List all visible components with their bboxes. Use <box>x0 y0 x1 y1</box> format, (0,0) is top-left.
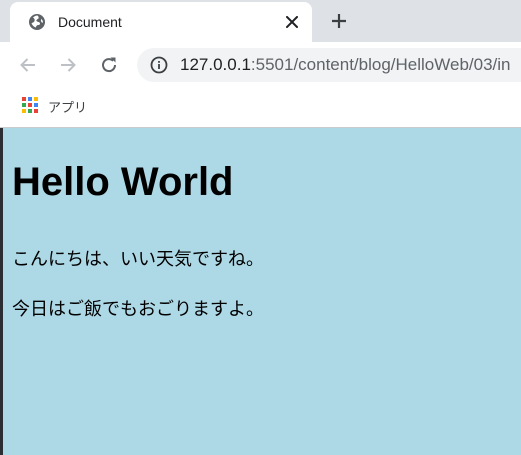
tab-close-button[interactable] <box>282 12 302 32</box>
plus-icon <box>332 14 346 28</box>
globe-icon <box>29 14 45 30</box>
arrow-left-icon <box>20 58 35 72</box>
back-button[interactable] <box>16 53 40 77</box>
apps-grid-icon[interactable] <box>22 97 38 113</box>
paragraph-meal: 今日はご飯でもおごりますよ。 <box>12 299 264 320</box>
toolbar: 127.0.0.1:5501/content/blog/HelloWeb/03/… <box>0 42 521 88</box>
browser-window: Document 127.0.0.1:5501/content/blog/Hel… <box>0 0 521 455</box>
address-bar[interactable]: 127.0.0.1:5501/content/blog/HelloWeb/03/… <box>137 48 521 82</box>
reload-button[interactable] <box>97 53 121 77</box>
reload-icon <box>102 57 117 73</box>
info-icon[interactable] <box>150 56 168 74</box>
tab-document[interactable]: Document <box>10 2 312 42</box>
forward-button[interactable] <box>56 53 80 77</box>
paragraph-greeting: こんにちは、いい天気ですね。 <box>12 249 264 270</box>
new-tab-button[interactable] <box>328 10 350 32</box>
page-heading: Hello World <box>12 160 234 204</box>
apps-bookmark[interactable]: アプリ <box>48 97 87 116</box>
close-icon <box>286 16 298 28</box>
bookmarks-bar: アプリ <box>0 88 521 128</box>
url-path: :5501/content/blog/HelloWeb/03/in <box>250 55 511 74</box>
url-host: 127.0.0.1 <box>180 55 251 74</box>
url-text[interactable]: 127.0.0.1:5501/content/blog/HelloWeb/03/… <box>180 55 511 75</box>
arrow-right-icon <box>61 58 76 72</box>
page-content: Hello World こんにちは、いい天気ですね。 今日はご飯でもおごりますよ… <box>3 128 521 455</box>
tab-strip: Document <box>0 0 521 42</box>
tab-title: Document <box>58 14 122 30</box>
